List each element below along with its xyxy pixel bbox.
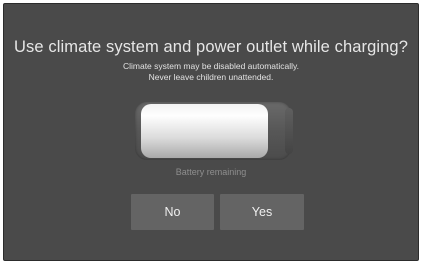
yes-button-label: Yes [251,205,273,219]
dialog-subtitle-line1: Climate system may be disabled automatic… [122,61,300,71]
yes-button[interactable]: Yes [220,194,304,230]
dialog-title: Use climate system and power outlet whil… [14,38,408,56]
battery-terminal [285,108,293,154]
no-button-label: No [164,205,181,219]
battery-level-fill [141,104,268,158]
battery-icon [135,102,293,160]
dialog-subtitle-line2: Never leave children unattended. [148,72,274,82]
charging-dialog-screen: Use climate system and power outlet whil… [3,3,419,261]
battery-remaining-label: Battery remaining [175,167,247,177]
no-button[interactable]: No [131,194,214,230]
